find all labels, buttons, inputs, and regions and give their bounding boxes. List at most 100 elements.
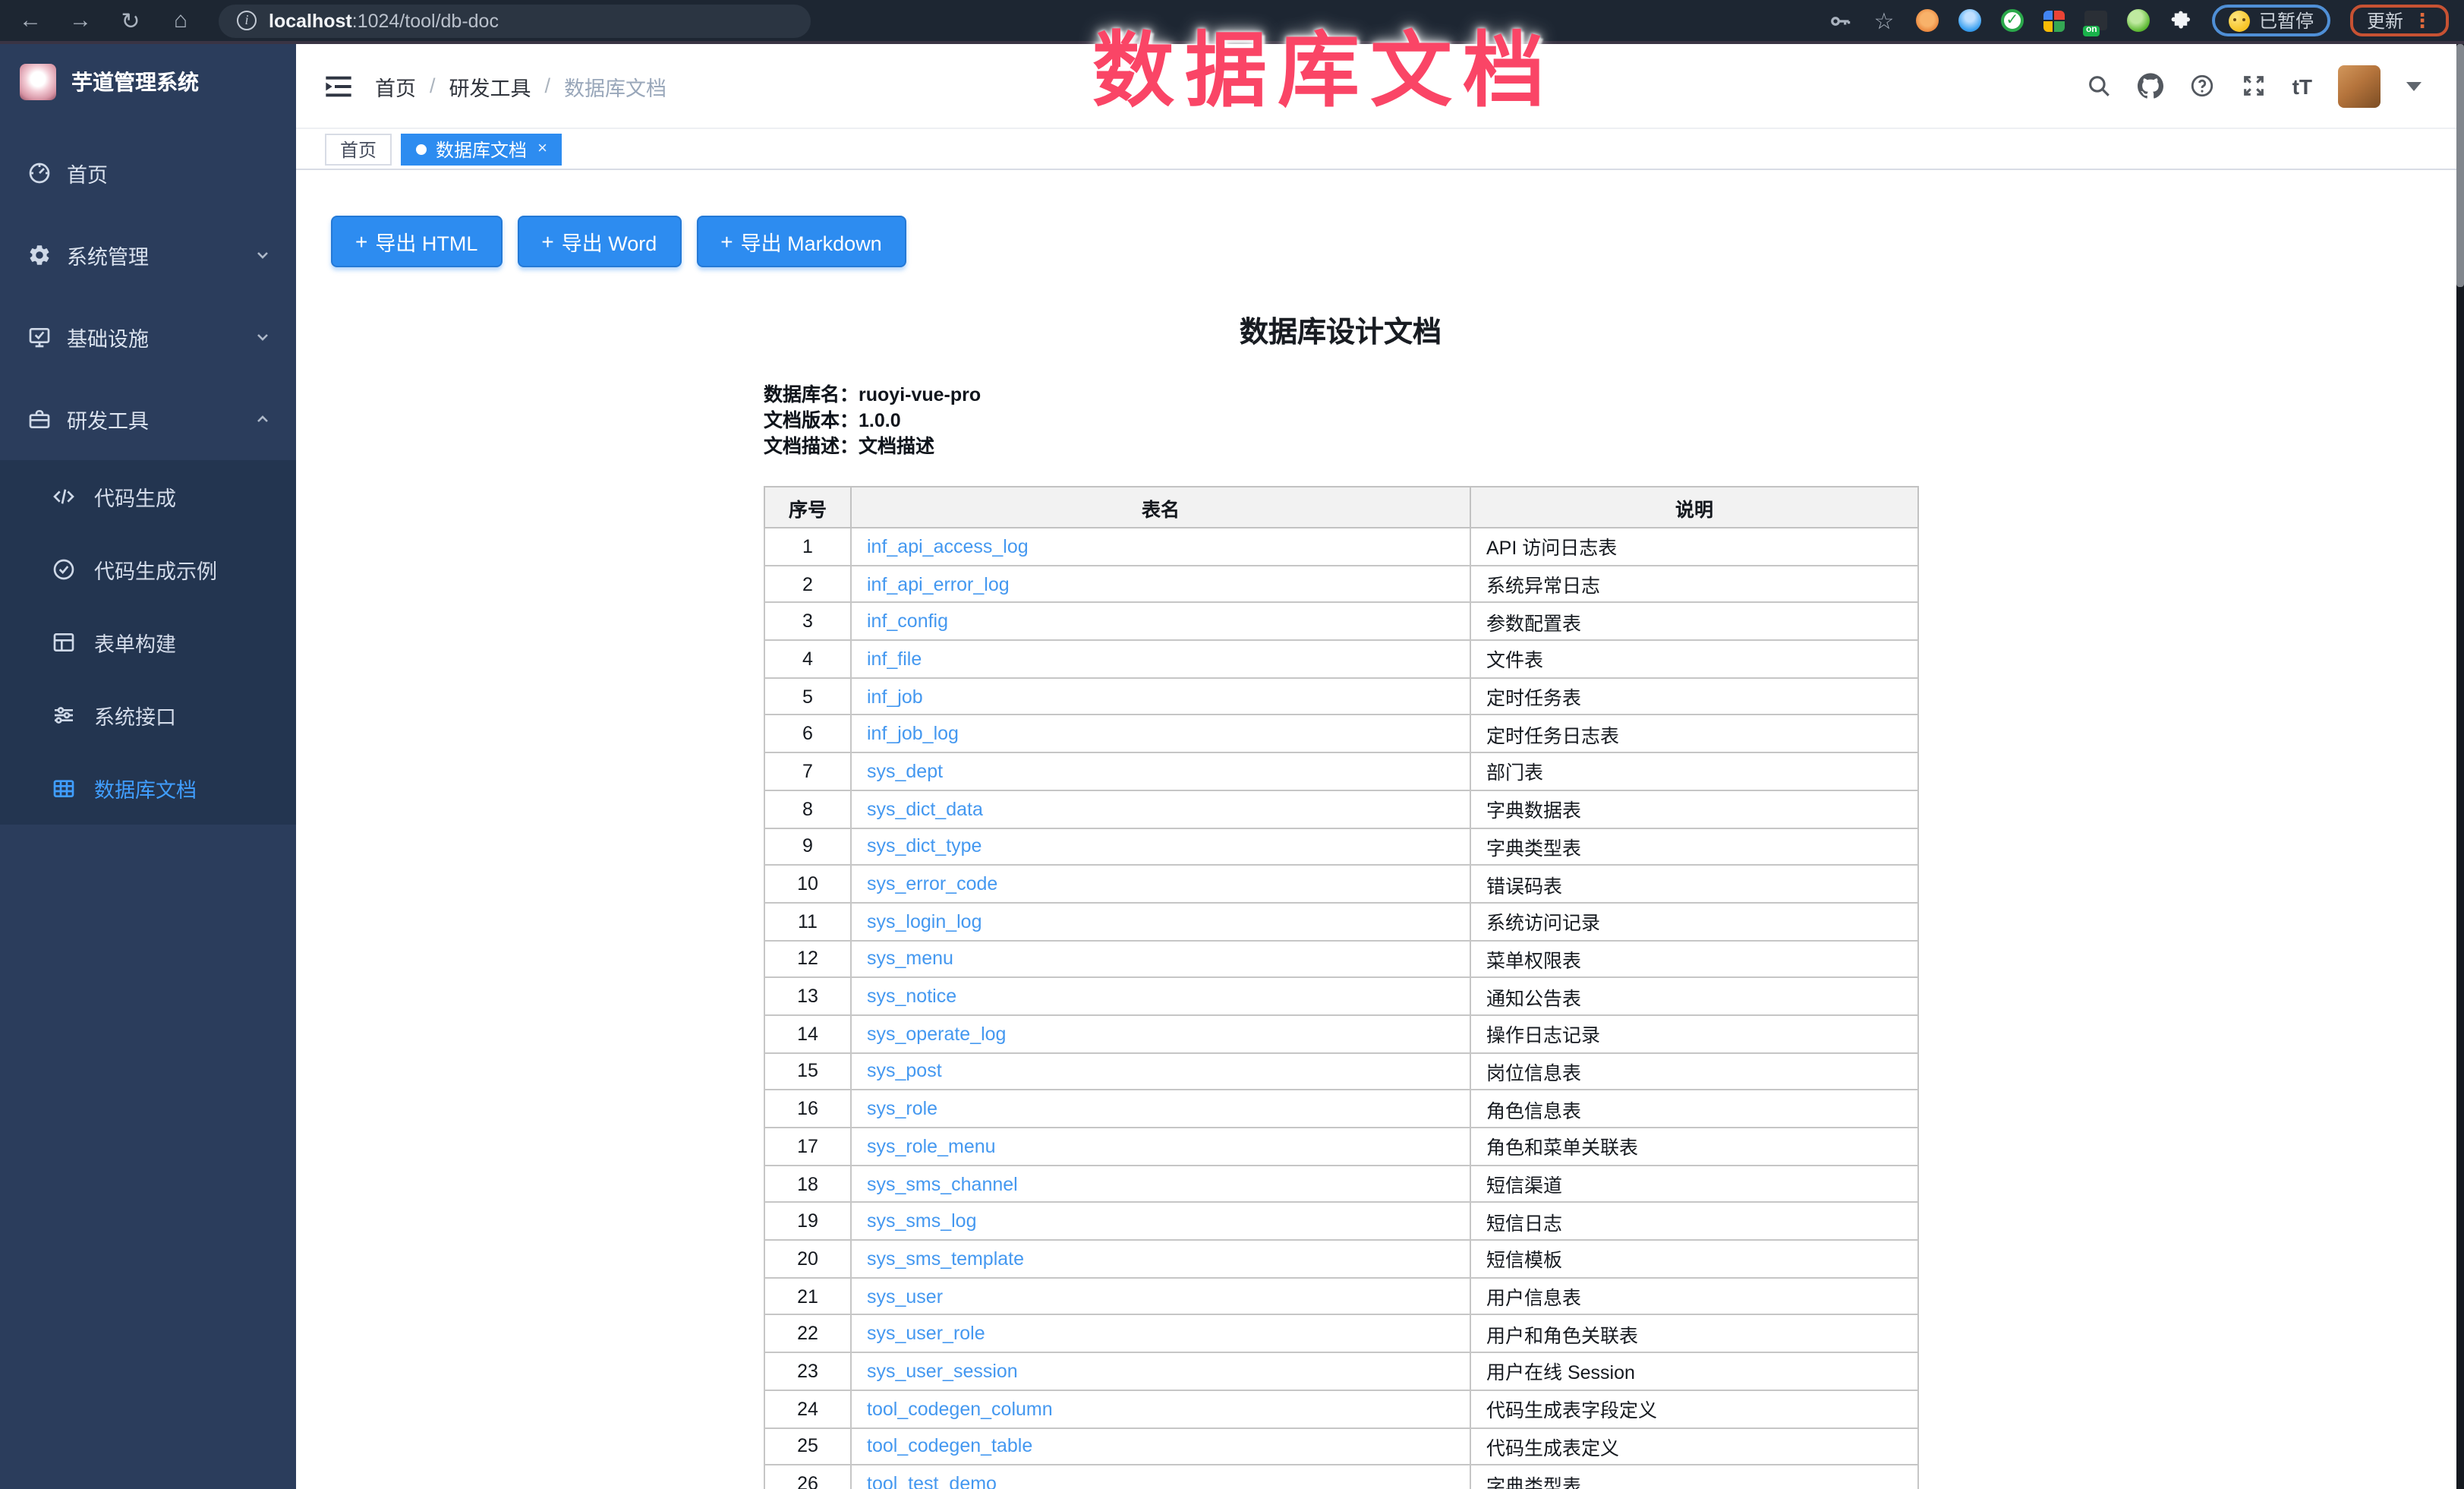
meta-line-db-name: 数据库名：ruoyi-vue-pro xyxy=(764,383,1917,409)
extension-check-icon[interactable]: ✓ xyxy=(2001,9,2024,32)
shield-check-icon xyxy=(52,557,76,582)
table-name-link[interactable]: sys_operate_log xyxy=(867,1024,1006,1045)
table-name-link[interactable]: sys_dept xyxy=(867,761,943,782)
table-name-link[interactable]: sys_role_menu xyxy=(867,1136,996,1157)
extension-on-icon[interactable]: on xyxy=(2084,11,2107,30)
sidebar-item-label: 研发工具 xyxy=(67,404,254,434)
sidebar-item-form-builder[interactable]: 表单构建 xyxy=(0,606,296,679)
page-scrollbar[interactable] xyxy=(2456,44,2464,1489)
table-name-link[interactable]: sys_user xyxy=(867,1286,943,1307)
table-name-link[interactable]: sys_login_log xyxy=(867,910,982,932)
help-icon[interactable] xyxy=(2189,73,2215,99)
sidebar-item-api[interactable]: 系统接口 xyxy=(0,679,296,752)
table-name-link[interactable]: tool_codegen_column xyxy=(867,1398,1053,1419)
browser-update-menu[interactable]: 更新 ⋮ xyxy=(2350,5,2449,36)
cell-no: 1 xyxy=(764,528,851,565)
sidebar-item-system[interactable]: 系统管理 xyxy=(0,214,296,296)
paused-extension-chip[interactable]: 已暂停 xyxy=(2212,5,2330,36)
cell-table-name: sys_role xyxy=(851,1090,1470,1128)
extensions-puzzle-icon[interactable] xyxy=(2169,9,2192,32)
cell-no: 24 xyxy=(764,1390,851,1427)
extension-leaf-icon[interactable] xyxy=(2127,9,2150,32)
browser-reload-icon[interactable]: ↻ xyxy=(112,4,149,37)
sidebar-fold-icon[interactable] xyxy=(323,71,354,101)
screen: ← → ↻ ⌂ i localhost:1024/tool/db-doc ☆ ✓… xyxy=(0,0,2464,1489)
table-name-link[interactable]: inf_api_access_log xyxy=(867,536,1029,557)
cell-no: 13 xyxy=(764,978,851,1015)
cell-table-name: sys_error_code xyxy=(851,865,1470,902)
table-name-link[interactable]: tool_codegen_table xyxy=(867,1436,1032,1457)
font-size-icon[interactable]: tT xyxy=(2292,74,2312,98)
sidebar-item-db-doc[interactable]: 数据库文档 xyxy=(0,752,296,825)
table-name-link[interactable]: sys_sms_log xyxy=(867,1210,977,1232)
table-name-link[interactable]: sys_user_session xyxy=(867,1361,1018,1382)
extension-pin-icon[interactable] xyxy=(1958,9,1981,32)
table-name-link[interactable]: inf_job xyxy=(867,686,923,707)
user-avatar[interactable] xyxy=(2338,65,2381,107)
breadcrumb-home[interactable]: 首页 xyxy=(375,71,416,101)
table-name-link[interactable]: sys_sms_template xyxy=(867,1248,1024,1270)
meta-label: 文档版本： xyxy=(764,410,859,431)
dashboard-icon xyxy=(27,161,52,185)
table-name-link[interactable]: sys_menu xyxy=(867,948,953,970)
table-name-link[interactable]: sys_error_code xyxy=(867,873,997,894)
table-name-link[interactable]: sys_dict_type xyxy=(867,836,982,857)
table-name-link[interactable]: sys_user_role xyxy=(867,1323,985,1345)
table-name-link[interactable]: inf_api_error_log xyxy=(867,573,1010,595)
table-name-link[interactable]: sys_role xyxy=(867,1098,937,1119)
table-name-link[interactable]: inf_job_log xyxy=(867,724,959,745)
cell-desc: 用户信息表 xyxy=(1470,1278,1918,1315)
tag-home[interactable]: 首页 xyxy=(325,133,392,165)
search-icon[interactable] xyxy=(2086,73,2112,99)
table-name-link[interactable]: sys_dict_data xyxy=(867,798,983,819)
sidebar-item-home[interactable]: 首页 xyxy=(0,132,296,214)
cell-desc: 系统访问记录 xyxy=(1470,903,1918,940)
user-menu-caret-icon[interactable] xyxy=(2406,81,2421,90)
app-logo-row[interactable]: 芋道管理系统 xyxy=(0,44,296,120)
cell-table-name: sys_sms_channel xyxy=(851,1165,1470,1202)
export-word-button[interactable]: + 导出 Word xyxy=(517,216,681,267)
table-name-link[interactable]: inf_file xyxy=(867,648,922,670)
grid-sq xyxy=(2055,21,2065,31)
tag-close-icon[interactable]: × xyxy=(537,140,547,158)
meta-line-desc: 文档描述：文档描述 xyxy=(764,434,1917,460)
table-name-link[interactable]: sys_notice xyxy=(867,986,956,1007)
cell-desc: 短信模板 xyxy=(1470,1240,1918,1277)
extension-orange-icon[interactable] xyxy=(1916,9,1939,32)
browser-home-icon[interactable]: ⌂ xyxy=(162,4,199,37)
form-icon xyxy=(52,630,76,655)
cell-table-name: sys_operate_log xyxy=(851,1015,1470,1052)
table-row: 8sys_dict_data字典数据表 xyxy=(764,790,1918,828)
cell-table-name: inf_job_log xyxy=(851,715,1470,752)
github-icon[interactable] xyxy=(2138,73,2163,99)
cell-no: 20 xyxy=(764,1240,851,1277)
export-markdown-button[interactable]: + 导出 Markdown xyxy=(696,216,906,267)
sidebar-item-devtools[interactable]: 研发工具 xyxy=(0,378,296,460)
bookmark-star-icon[interactable]: ☆ xyxy=(1872,4,1896,37)
plus-icon: + xyxy=(720,229,733,254)
export-html-button[interactable]: + 导出 HTML xyxy=(331,216,502,267)
sidebar-item-codegen-example[interactable]: 代码生成示例 xyxy=(0,533,296,606)
address-bar[interactable]: i localhost:1024/tool/db-doc xyxy=(219,4,811,37)
site-info-icon[interactable]: i xyxy=(237,11,257,30)
breadcrumb-devtools[interactable]: 研发工具 xyxy=(449,71,531,101)
cell-table-name: sys_menu xyxy=(851,940,1470,977)
extension-on-badge: on xyxy=(2083,26,2100,36)
table-name-link[interactable]: inf_config xyxy=(867,610,948,632)
extension-grid-icon[interactable] xyxy=(2043,10,2065,31)
table-name-link[interactable]: sys_sms_channel xyxy=(867,1173,1018,1194)
table-row: 24tool_codegen_column代码生成表字段定义 xyxy=(764,1390,1918,1427)
browser-forward-icon[interactable]: → xyxy=(62,4,99,37)
table-name-link[interactable]: tool_test_demo xyxy=(867,1473,997,1489)
tag-db-doc[interactable]: 数据库文档 × xyxy=(401,133,562,165)
fullscreen-icon[interactable] xyxy=(2241,73,2267,99)
tags-view-bar: 首页 数据库文档 × xyxy=(296,128,2464,170)
table-name-link[interactable]: sys_post xyxy=(867,1061,942,1082)
sidebar-item-infra[interactable]: 基础设施 xyxy=(0,296,296,378)
browser-back-icon[interactable]: ← xyxy=(12,4,49,37)
scrollbar-thumb[interactable] xyxy=(2456,44,2464,287)
password-key-icon[interactable] xyxy=(1828,8,1852,33)
sidebar-item-codegen[interactable]: 代码生成 xyxy=(0,460,296,533)
main-panel: 首页 / 研发工具 / 数据库文档 tT 首页 xyxy=(296,44,2464,1489)
cell-no: 6 xyxy=(764,715,851,752)
